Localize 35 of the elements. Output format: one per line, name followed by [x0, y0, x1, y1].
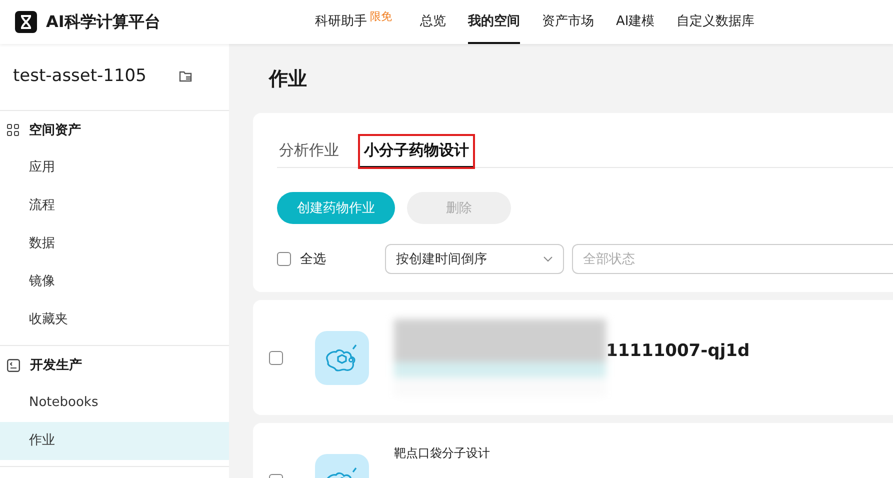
tab[interactable]: 小分子药物设计 [359, 135, 474, 168]
sidebar-item[interactable]: 收藏夹 [0, 301, 229, 339]
free-label: 限免 [370, 8, 392, 24]
nav-tab[interactable]: 资产市场 [542, 0, 594, 44]
nav-tab[interactable]: 科研助手 $^{限免}$ [315, 0, 398, 44]
nav-tab[interactable]: 自定义数据库 [676, 0, 755, 44]
page-title: 作业 [269, 67, 308, 92]
chevron-down-icon [543, 256, 553, 262]
nav-tab[interactable]: 我的空间 [468, 0, 520, 44]
sidebar-item[interactable]: 镜像 [0, 263, 229, 301]
group-title: 空间资产 [29, 122, 81, 139]
sort-select[interactable]: 按创建时间倒序 [385, 244, 564, 274]
job-title: 靶点口袋分子设计 [394, 445, 490, 462]
tab[interactable]: 分析作业 [277, 135, 341, 168]
job-card[interactable]: 靶点口袋分子设计 [253, 423, 893, 478]
group-title: 开发生产 [30, 356, 82, 374]
terminal-icon [7, 358, 20, 372]
sidebar-item[interactable]: 应用 [0, 149, 229, 187]
sidebar-item[interactable]: 数据 [0, 225, 229, 263]
sidebar-item[interactable]: Notebooks [0, 384, 229, 422]
workspace-name: test-asset-1105 [13, 66, 146, 86]
select-all-label: 全选 [300, 251, 326, 268]
nav-tab[interactable]: 总览 [420, 0, 446, 44]
sidebar-item[interactable]: 流程 [0, 187, 229, 225]
molecule-icon [315, 330, 369, 384]
checkbox[interactable] [269, 350, 283, 364]
hourglass-logo-icon [15, 11, 37, 33]
job-title: 11111007-qj1d [606, 340, 750, 360]
job-card[interactable]: 11111007-qj1d [253, 300, 893, 415]
nav-tab[interactable]: AI建模 [616, 0, 655, 44]
platform-name: AI科学计算平台 [46, 12, 160, 32]
grid-icon [7, 124, 19, 136]
folder-switch-icon[interactable] [179, 70, 193, 82]
checkbox[interactable] [277, 252, 291, 266]
sidebar-item[interactable]: 作业 [0, 422, 229, 460]
